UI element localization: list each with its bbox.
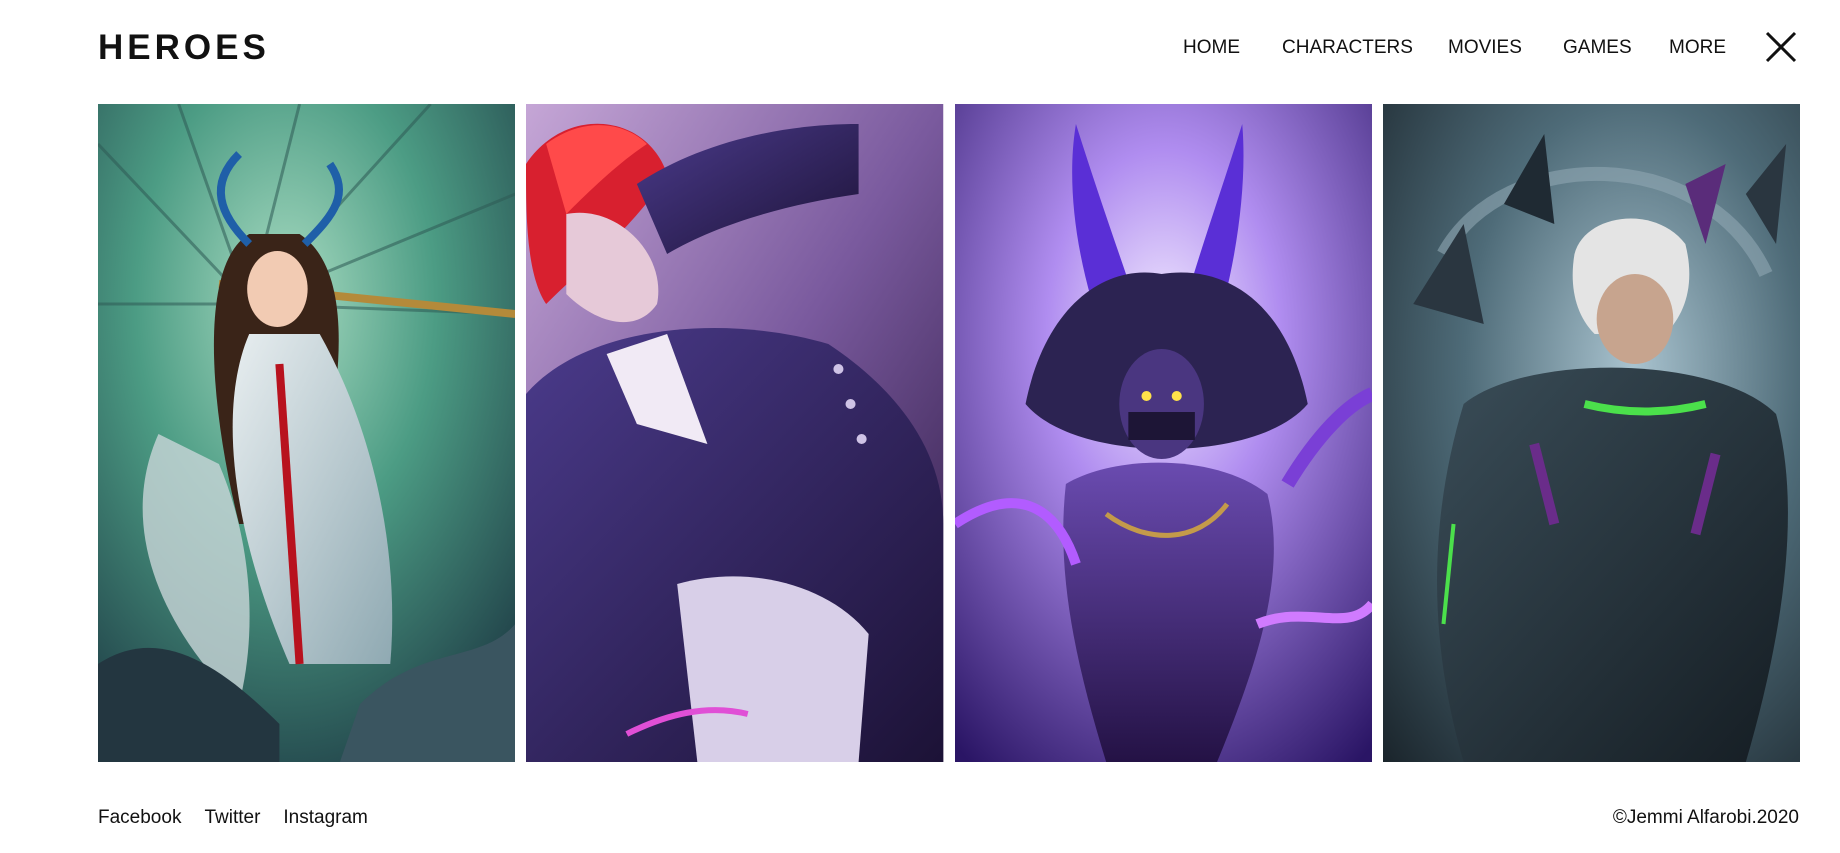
hero-portrait-umbrella-icon [98, 104, 516, 762]
hero-card-1[interactable] [98, 104, 516, 762]
hero-portrait-redhair-icon [526, 104, 944, 762]
nav-movies[interactable]: MOVIES [1448, 36, 1522, 60]
nav-home[interactable]: HOME [1183, 36, 1240, 60]
social-facebook[interactable]: Facebook [98, 806, 181, 830]
social-instagram[interactable]: Instagram [283, 806, 367, 830]
copyright-text: ©Jemmi Alfarobi.2020 [1612, 807, 1799, 828]
site-logo[interactable]: HEROES [98, 28, 270, 68]
nav-more[interactable]: MORE [1669, 36, 1726, 60]
hero-portrait-horned-icon [954, 104, 1372, 762]
close-icon[interactable] [1764, 30, 1798, 64]
nav-characters[interactable]: CHARACTERS [1282, 36, 1413, 60]
hero-card-4[interactable] [1382, 104, 1800, 762]
social-twitter[interactable]: Twitter [204, 806, 260, 830]
page: HEROES HOME CHARACTERS MOVIES GAMES MORE [0, 0, 1840, 853]
hero-portrait-armored-icon [1382, 104, 1800, 762]
hero-gallery [98, 104, 1800, 762]
hero-card-3[interactable] [954, 104, 1372, 762]
hero-card-2[interactable] [526, 104, 944, 762]
social-links: Facebook Twitter Instagram [98, 806, 368, 830]
nav-games[interactable]: GAMES [1563, 36, 1632, 60]
